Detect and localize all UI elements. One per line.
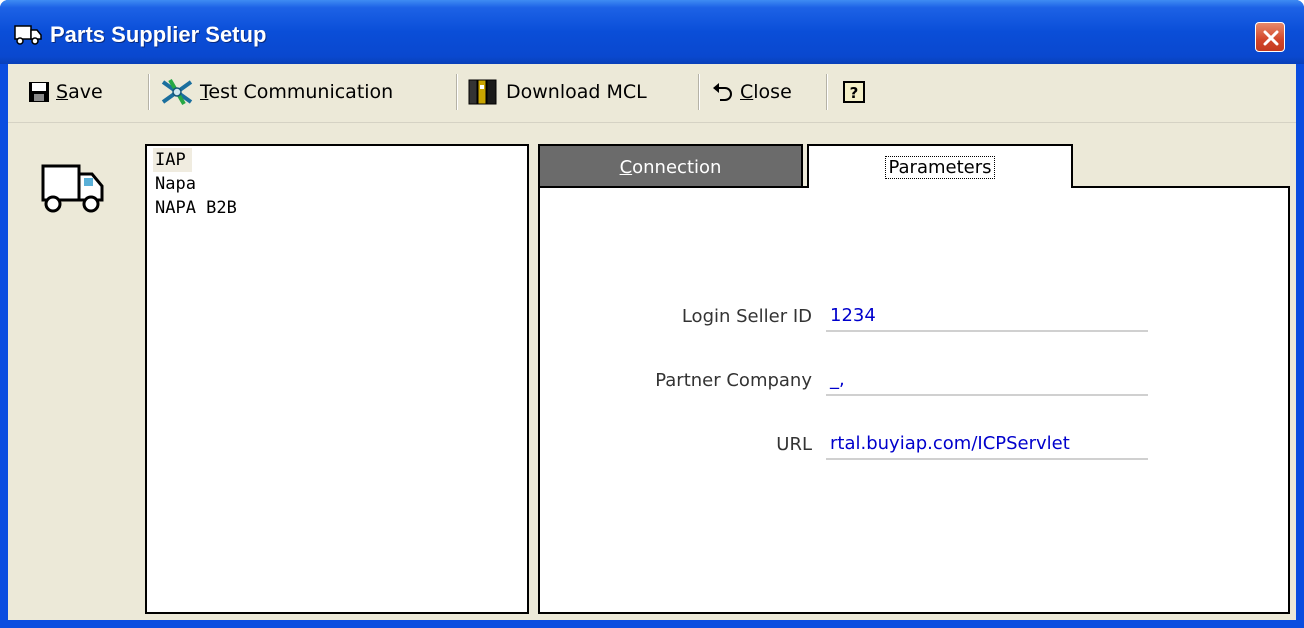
toolbar-separator [148,74,150,110]
partner-company-field[interactable]: _, [826,366,1148,396]
svg-text:?: ? [850,84,859,102]
tab-parameters-label: Parameters [885,155,995,179]
window-title: Parts Supplier Setup [50,22,267,47]
partner-company-label: Partner Company [655,370,812,391]
close-label: Close [740,81,792,103]
tab-connection-label: Connection [619,156,722,178]
client-area: Save Test Communication Download MCL Clo… [8,64,1296,620]
undo-arrow-icon [713,83,732,101]
login-seller-id-label: Login Seller ID [681,306,812,327]
close-window-button[interactable] [1255,22,1285,52]
tab-parameters[interactable]: Parameters [807,144,1073,188]
test-communication-button[interactable]: Test Communication [160,74,393,110]
supplier-item-napa[interactable]: Napa [153,172,202,196]
supplier-item-iap[interactable]: IAP [153,148,192,172]
save-label: Save [56,81,103,103]
tab-connection[interactable]: Connection [538,144,803,188]
url-field[interactable]: rtal.buyiap.com/ICPServlet [826,430,1148,460]
supplier-item-napa-b2b[interactable]: NAPA B2B [153,196,243,220]
help-icon: ? [843,81,865,103]
toolbar: Save Test Communication Download MCL Clo… [8,64,1296,123]
download-mcl-label: Download MCL [506,81,647,103]
satellite-icon [161,78,193,106]
url-label: URL [776,434,812,455]
book-download-icon [468,79,497,105]
parameters-panel: Login Seller ID 1234 Partner Company _, … [538,186,1290,614]
toolbar-separator [698,74,700,110]
login-seller-id-field[interactable]: 1234 [826,302,1148,332]
toolbar-separator [826,74,828,110]
truck-icon [41,164,104,213]
close-icon [1263,30,1279,46]
download-mcl-button[interactable]: Download MCL [466,74,647,110]
save-button[interactable]: Save [28,74,103,110]
help-button[interactable]: ? [842,74,866,110]
toolbar-separator [456,74,458,110]
test-communication-label: Test Communication [200,81,394,103]
active-tab-joint [809,184,1071,188]
supplier-list[interactable]: IAP Napa NAPA B2B [145,144,529,614]
parts-supplier-setup-window: Parts Supplier Setup Save Test Communica… [0,0,1304,628]
title-bar[interactable]: Parts Supplier Setup [0,0,1304,64]
floppy-disk-icon [29,82,49,102]
close-button[interactable]: Close [710,74,792,110]
truck-icon [14,25,42,45]
